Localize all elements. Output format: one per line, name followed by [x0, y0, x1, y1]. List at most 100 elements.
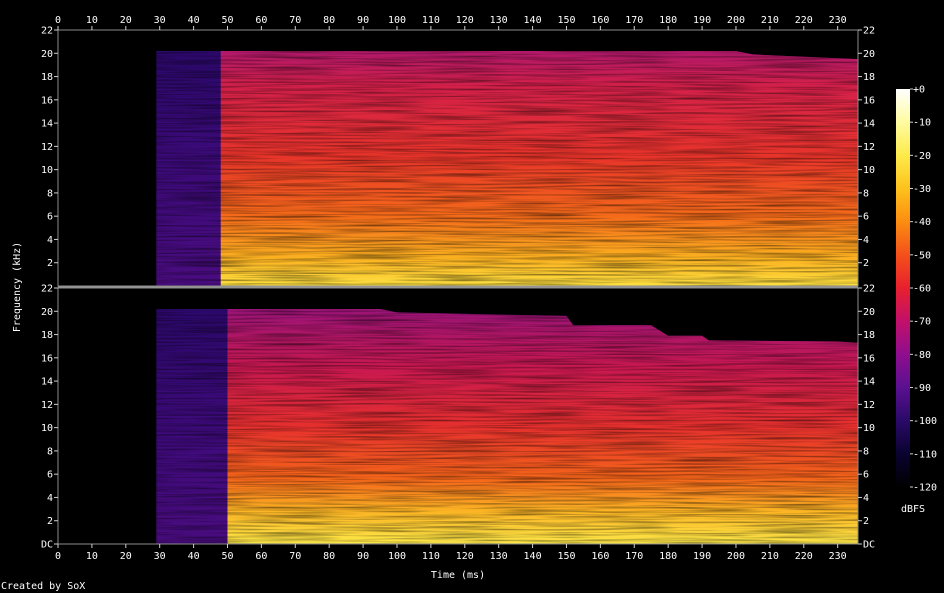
y-tick-label: 14 [41, 119, 53, 130]
x-tick-label: 110 [422, 15, 440, 26]
x-tick-label: 150 [557, 551, 575, 562]
y-tick-label: 8 [47, 446, 53, 457]
x-tick-label: 50 [221, 551, 233, 562]
y-tick-label: 20 [863, 307, 875, 318]
colorbar-tick-label: +0 [913, 85, 925, 96]
y-tick-label: 20 [41, 49, 53, 60]
x-tick-label: 30 [154, 15, 166, 26]
y-tick-label: 8 [863, 446, 869, 457]
x-tick-label: 210 [761, 551, 779, 562]
x-tick-label: 200 [727, 551, 745, 562]
x-tick-label: 130 [490, 15, 508, 26]
y-tick-label: 22 [863, 26, 875, 37]
colorbar-tick-label: -10 [913, 118, 931, 129]
y-tick-label: 12 [863, 400, 875, 411]
x-tick-label: 130 [490, 551, 508, 562]
spectrogram-channel-1 [58, 30, 858, 286]
x-tick-label: 160 [591, 15, 609, 26]
colorbar-tick-label: -100 [913, 416, 937, 427]
x-tick-label: 140 [524, 551, 542, 562]
spectral-texture [156, 288, 858, 544]
y-tick-label: 8 [47, 188, 53, 199]
colorbar-tick-label: -110 [913, 449, 937, 460]
y-tick-label: 12 [41, 400, 53, 411]
y-tick-label: 20 [863, 49, 875, 60]
colorbar-tick-label: -80 [913, 350, 931, 361]
x-tick-label: 200 [727, 15, 745, 26]
colorbar-tick-label: -20 [913, 151, 931, 162]
x-tick-label: 40 [188, 551, 200, 562]
x-tick-label: 190 [693, 551, 711, 562]
x-tick-label: 80 [323, 551, 335, 562]
colorbar-tick-label: -90 [913, 383, 931, 394]
x-tick-label: 20 [120, 551, 132, 562]
x-tick-label: 0 [55, 551, 61, 562]
y-tick-label: 4 [47, 235, 53, 246]
y-tick-label: 4 [47, 493, 53, 504]
y-tick-label: 6 [863, 212, 869, 223]
spectrogram-chart: 0 10 20 30 40 50 60 70 80 90 100 110 120 130 140 150 160… [1, 15, 937, 592]
colorbar-tick-label: -70 [913, 317, 931, 328]
x-tick-label: 110 [422, 551, 440, 562]
y-tick-label: 12 [863, 142, 875, 153]
y-tick-label: 12 [41, 142, 53, 153]
colorbar-label: dBFS [901, 504, 925, 515]
x-tick-label: 20 [120, 15, 132, 26]
y-tick-label: 4 [863, 235, 869, 246]
y-tick-label: 2 [47, 516, 53, 527]
y-tick-label: 14 [863, 377, 875, 388]
x-tick-label: 120 [456, 551, 474, 562]
x-tick-label: 90 [357, 551, 369, 562]
x-tick-label: 180 [659, 551, 677, 562]
colorbar-gradient [896, 89, 910, 487]
x-tick-label: 50 [221, 15, 233, 26]
x-tick-label: 100 [388, 15, 406, 26]
x-tick-label: 150 [557, 15, 575, 26]
y-tick-label: DC [863, 540, 875, 551]
x-tick-label: 10 [86, 15, 98, 26]
x-axis-label: Time (ms) [431, 570, 485, 581]
y-tick-label: 2 [863, 516, 869, 527]
x-tick-label: 210 [761, 15, 779, 26]
y-tick-label: 10 [863, 165, 875, 176]
x-tick-label: 220 [795, 551, 813, 562]
x-tick-label: 230 [829, 15, 847, 26]
y-tick-label: 20 [41, 307, 53, 318]
x-tick-label: 230 [829, 551, 847, 562]
y-tick-label: 4 [863, 493, 869, 504]
y-tick-label: 10 [863, 423, 875, 434]
colorbar-tick-label: -50 [913, 250, 931, 261]
y-tick-label: 22 [41, 26, 53, 37]
credit-text: Created by SoX [1, 581, 85, 592]
x-tick-label: 70 [289, 15, 301, 26]
y-tick-label: 2 [863, 258, 869, 269]
x-tick-label: 160 [591, 551, 609, 562]
y-tick-label: 10 [41, 423, 53, 434]
y-tick-label: 18 [41, 330, 53, 341]
y-axis-label: Frequency (kHz) [12, 242, 23, 332]
y-tick-label: 22 [41, 284, 53, 295]
y-tick-label: 10 [41, 165, 53, 176]
colorbar-tick-label: -40 [913, 217, 931, 228]
y-tick-label: 16 [863, 353, 875, 364]
colorbar-tick-label: -60 [913, 284, 931, 295]
x-axis-bottom: 0 10 20 30 40 50 60 70 80 90 100 110 120 130 140 150 160… [55, 544, 847, 562]
x-tick-label: 140 [524, 15, 542, 26]
y-tick-label: 18 [41, 72, 53, 83]
y-tick-label: 22 [863, 284, 875, 295]
spectrogram-channel-2 [58, 288, 858, 544]
y-tick-label: 16 [863, 95, 875, 106]
colorbar: +0 -10 -20 -30 -40 -50 -60 -70 -80 -90 -100 -110 -12… [896, 85, 937, 515]
x-tick-label: 60 [255, 551, 267, 562]
x-tick-label: 70 [289, 551, 301, 562]
y-tick-label: 16 [41, 95, 53, 106]
x-tick-label: 40 [188, 15, 200, 26]
y-tick-label: 8 [863, 188, 869, 199]
colorbar-tick-label: -30 [913, 184, 931, 195]
y-tick-label: 2 [47, 258, 53, 269]
y-tick-label: 18 [863, 72, 875, 83]
y-tick-label: 14 [863, 119, 875, 130]
x-tick-label: 30 [154, 551, 166, 562]
spectral-texture [156, 30, 858, 286]
x-tick-label: 190 [693, 15, 711, 26]
